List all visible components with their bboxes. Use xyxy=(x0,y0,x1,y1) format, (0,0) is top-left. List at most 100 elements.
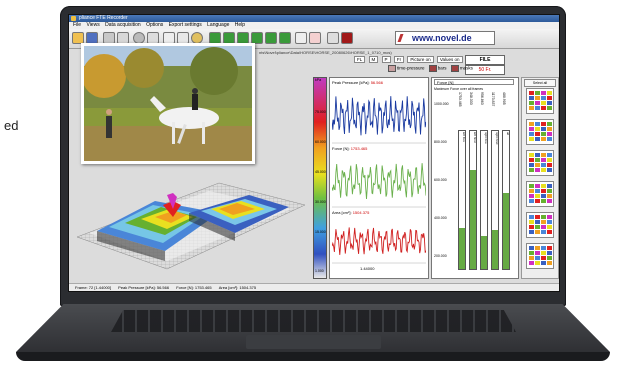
thumb-cell xyxy=(547,96,552,100)
footprint-thumbnail[interactable] xyxy=(526,181,554,207)
field-m[interactable]: M xyxy=(368,56,379,63)
field-fl[interactable]: FL xyxy=(354,56,366,63)
thumb-cell xyxy=(529,230,534,234)
thumb-cell xyxy=(547,137,552,141)
force-bar-caption: all xyxy=(506,132,510,136)
force-bar: left hind xyxy=(469,130,477,270)
force-dropdown[interactable]: Force [N] xyxy=(434,79,514,85)
thumb-cell xyxy=(547,199,552,203)
thumb-cell xyxy=(547,163,552,167)
force-bar: right fore xyxy=(480,130,488,270)
waveform-line xyxy=(332,96,426,136)
thumb-cell xyxy=(541,101,546,105)
pressure-3d-plot xyxy=(76,182,306,270)
footprint-thumbnail[interactable] xyxy=(526,212,554,238)
stop-icon[interactable] xyxy=(295,32,307,44)
thumb-cell xyxy=(535,137,540,141)
bars-checkbox[interactable] xyxy=(428,65,437,72)
force-bar: all xyxy=(502,130,510,270)
thumb-cell xyxy=(535,215,540,219)
thumb-cell xyxy=(529,101,534,105)
thumb-cell xyxy=(541,127,546,131)
menu-help[interactable]: Help xyxy=(235,22,245,28)
thumb-cell xyxy=(547,246,552,250)
thumb-cell xyxy=(529,132,534,136)
app-window: pliance FTE Recorder File Views Data acq… xyxy=(68,14,560,292)
thumb-cell xyxy=(547,184,552,188)
thumb-cell xyxy=(529,199,534,203)
thumb-cell xyxy=(541,261,546,265)
thumb-cell xyxy=(541,96,546,100)
time-pressure-label: time-pressure xyxy=(397,65,425,71)
force-bar-caption: left fore xyxy=(462,132,466,143)
status-force: Force [N]: 1753.465 xyxy=(176,285,212,290)
thumb-cell xyxy=(541,225,546,229)
sensor-6-icon[interactable] xyxy=(279,32,291,44)
peak-pressure-label: Peak Pressure [kPa]: xyxy=(332,80,370,85)
thumb-cell xyxy=(541,194,546,198)
thumb-cell xyxy=(529,261,534,265)
menu-options[interactable]: Options xyxy=(146,22,163,28)
network-icon[interactable] xyxy=(327,32,339,44)
force-bar-caption: left hind xyxy=(473,132,477,143)
values-on-toggle[interactable]: Values on xyxy=(436,56,463,63)
thumb-cell xyxy=(541,199,546,203)
masks-checkbox[interactable] xyxy=(450,65,459,72)
thumb-cell xyxy=(535,122,540,126)
thumb-cell xyxy=(535,153,540,157)
thumb-cell xyxy=(547,132,552,136)
thumb-cell xyxy=(535,168,540,172)
colorbar-tick: 1.000 xyxy=(315,269,324,273)
colorbar-tick: 30.000 xyxy=(315,200,326,204)
tools-icon[interactable] xyxy=(309,32,321,44)
masks-label: masks xyxy=(459,65,473,71)
thumb-cell xyxy=(541,132,546,136)
thumb-cell xyxy=(535,225,540,229)
title-bar: pliance FTE Recorder xyxy=(69,15,559,22)
menu-file[interactable]: File xyxy=(73,22,81,28)
time-pressure-checkbox[interactable] xyxy=(388,65,396,72)
thumb-cell xyxy=(535,106,540,110)
field-fr[interactable]: Fr xyxy=(393,56,405,63)
thumb-cell xyxy=(541,106,546,110)
thumb-cell xyxy=(547,225,552,229)
field-row: FL M P Fr Picture on Values on xyxy=(354,56,465,63)
file-label: FILE xyxy=(465,55,505,65)
thumb-cell xyxy=(535,132,540,136)
thumb-cell xyxy=(535,246,540,250)
menu-views[interactable]: Views xyxy=(86,22,99,28)
thumb-cell xyxy=(529,194,534,198)
footprint-thumbnail[interactable] xyxy=(526,150,554,176)
thumb-cell xyxy=(541,184,546,188)
thumb-cell xyxy=(547,106,552,110)
footprint-thumbnail[interactable] xyxy=(526,88,554,114)
thumb-cell xyxy=(535,220,540,224)
select-all-button[interactable]: Select all xyxy=(524,79,556,87)
colorbar-tick: 45.000 xyxy=(315,170,326,174)
menu-language[interactable]: Language xyxy=(207,22,229,28)
picture-on-toggle[interactable]: Picture on xyxy=(407,56,434,63)
thumb-cell xyxy=(535,230,540,234)
footprint-thumbnail[interactable] xyxy=(526,119,554,145)
field-p[interactable]: P xyxy=(381,56,391,63)
thumb-cell xyxy=(535,101,540,105)
area-value: 1504.375 xyxy=(352,210,370,215)
menu-data-acquisition[interactable]: Data acquisition xyxy=(105,22,141,28)
colorbar-tick: 15.000 xyxy=(315,230,326,234)
thumb-cell xyxy=(529,215,534,219)
sensor-5-icon[interactable] xyxy=(265,32,277,44)
thumb-cell xyxy=(529,184,534,188)
laptop-base xyxy=(16,304,610,362)
status-bar: Frame: 72 [1.44000] Peak Pressure [kPa]:… xyxy=(69,283,559,291)
thumb-cell xyxy=(529,168,534,172)
force-label: Force [N]: xyxy=(332,146,350,151)
footprint-thumbnail[interactable] xyxy=(526,243,554,269)
area-title: Area [cm²]: 1504.375 xyxy=(332,210,369,215)
thumb-cell xyxy=(547,153,552,157)
menu-export-settings[interactable]: Export settings xyxy=(169,22,202,28)
flag-icon[interactable] xyxy=(341,32,353,44)
thumb-cell xyxy=(547,168,552,172)
thumb-cell xyxy=(529,256,534,260)
thumb-cell xyxy=(541,246,546,250)
thumb-cell xyxy=(535,184,540,188)
